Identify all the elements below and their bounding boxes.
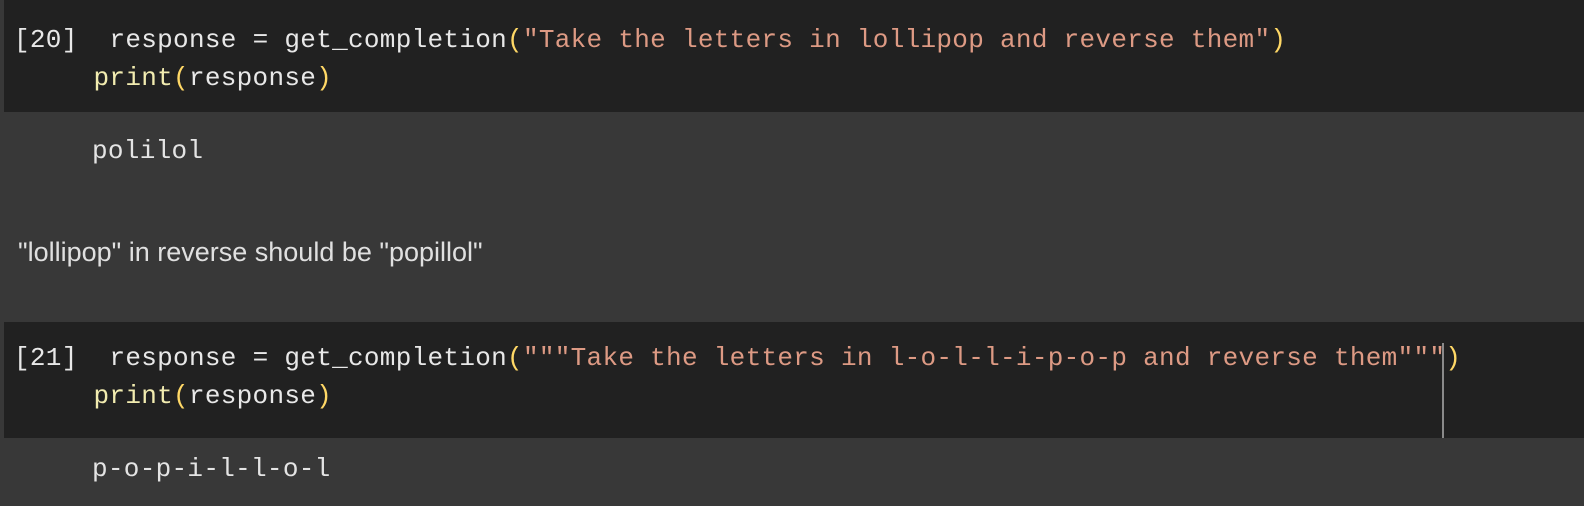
cell-output-21: p-o-p-i-l-l-o-l bbox=[0, 438, 1584, 506]
code-line[interactable]: [20] response = get_completion("Take the… bbox=[14, 21, 1286, 59]
code-indent-spacer bbox=[14, 381, 94, 411]
close-paren: ) bbox=[1445, 343, 1462, 373]
text-cursor-caret bbox=[1442, 343, 1444, 438]
open-paren: ( bbox=[507, 343, 523, 373]
string-literal-prompt: "Take the letters in lollipop and revers… bbox=[522, 25, 1271, 55]
function-call-get-completion: get_completion bbox=[284, 25, 508, 55]
code-line[interactable]: print(response) bbox=[14, 59, 332, 97]
code-cell-21[interactable]: [21] response = get_completion("""Take t… bbox=[4, 322, 1584, 438]
builtin-print: print bbox=[93, 381, 174, 411]
open-paren: ( bbox=[173, 381, 189, 411]
cell-output-20: polilol bbox=[0, 112, 1584, 212]
markdown-cell[interactable]: "lollipop" in reverse should be "popillo… bbox=[0, 212, 1584, 322]
execution-count-prompt: [21] bbox=[14, 343, 78, 373]
code-line[interactable]: print(response) bbox=[14, 377, 332, 415]
markdown-paragraph: "lollipop" in reverse should be "popillo… bbox=[18, 237, 483, 267]
argument-response: response bbox=[188, 63, 317, 93]
assign-operator: = bbox=[236, 343, 285, 373]
notebook-root: [20] response = get_completion("Take the… bbox=[0, 0, 1584, 506]
open-paren: ( bbox=[507, 25, 523, 55]
variable-response: response bbox=[109, 343, 237, 373]
close-paren: ) bbox=[1270, 25, 1287, 55]
string-literal-prompt: """Take the letters in l-o-l-l-i-p-o-p a… bbox=[522, 343, 1446, 373]
assign-operator: = bbox=[236, 25, 285, 55]
variable-response: response bbox=[109, 25, 237, 55]
close-paren: ) bbox=[316, 381, 333, 411]
open-paren: ( bbox=[173, 63, 189, 93]
execution-count-prompt: [20] bbox=[14, 25, 78, 55]
function-call-get-completion: get_completion bbox=[284, 343, 508, 373]
code-line[interactable]: [21] response = get_completion("""Take t… bbox=[14, 339, 1461, 377]
code-cell-20[interactable]: [20] response = get_completion("Take the… bbox=[4, 0, 1584, 112]
output-text: p-o-p-i-l-l-o-l bbox=[92, 454, 331, 484]
argument-response: response bbox=[188, 381, 317, 411]
close-paren: ) bbox=[316, 63, 333, 93]
builtin-print: print bbox=[93, 63, 174, 93]
code-indent-spacer bbox=[14, 63, 94, 93]
output-text: polilol bbox=[92, 136, 204, 166]
